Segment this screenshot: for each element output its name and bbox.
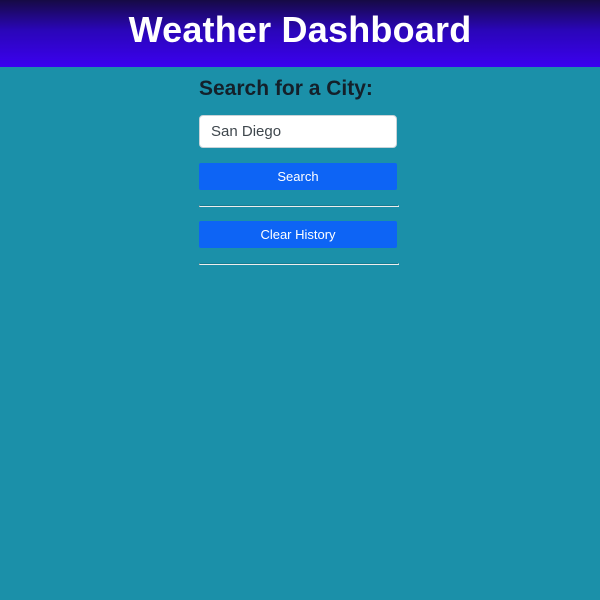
- clear-history-button[interactable]: Clear History: [199, 221, 397, 248]
- search-panel: Search for a City: Search Clear History: [199, 67, 399, 265]
- app-header: Weather Dashboard: [0, 0, 600, 67]
- divider: [199, 205, 399, 207]
- divider: [199, 263, 399, 265]
- page-title: Weather Dashboard: [128, 8, 472, 50]
- search-heading: Search for a City:: [199, 77, 373, 100]
- city-search-input[interactable]: [199, 115, 397, 148]
- search-button[interactable]: Search: [199, 163, 397, 190]
